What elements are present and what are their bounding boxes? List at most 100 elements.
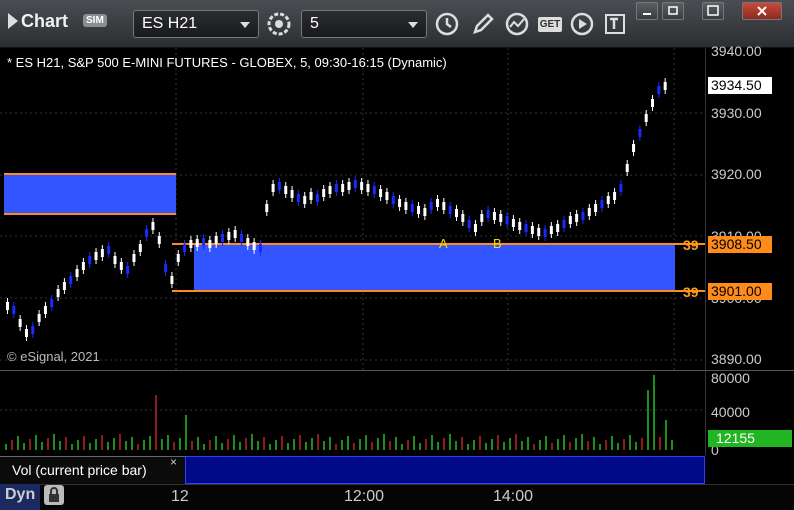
candle-body	[214, 236, 218, 244]
candle-body	[107, 246, 111, 254]
candle-body	[119, 262, 123, 270]
restore-icon[interactable]	[662, 2, 684, 20]
candle-body	[391, 196, 395, 204]
candle-body	[258, 244, 262, 252]
volume-close-icon[interactable]: ×	[170, 455, 177, 469]
candle-body	[56, 289, 60, 297]
candle-body	[619, 184, 623, 192]
candle-body	[347, 182, 351, 190]
candle-body	[170, 276, 174, 284]
demand-zone	[194, 244, 675, 291]
candle-body	[524, 224, 528, 232]
settings-gear-icon[interactable]	[264, 10, 294, 38]
dynamic-mode-label[interactable]: Dyn	[5, 486, 35, 504]
candle-body	[518, 222, 522, 230]
candle-body	[651, 99, 655, 107]
app-title: Chart	[8, 11, 68, 32]
candle-body	[429, 202, 433, 210]
maximize-icon[interactable]	[702, 2, 724, 20]
candle-body	[379, 189, 383, 197]
candle-body	[37, 314, 41, 322]
zone-upper-price-box: 3908.50	[708, 236, 772, 253]
candle-body	[252, 242, 256, 250]
candle-body	[543, 229, 547, 237]
candle-body	[18, 319, 22, 327]
candle-body	[195, 239, 199, 247]
annotation-b: B	[493, 236, 502, 251]
candle-body	[284, 186, 288, 194]
candle-body	[233, 230, 237, 238]
candle-body	[164, 264, 168, 272]
candle-body	[50, 299, 54, 307]
candle-body	[239, 234, 243, 242]
candle-body	[277, 182, 281, 190]
candle-body	[62, 282, 66, 290]
price-tick: 3920.00	[711, 166, 762, 182]
candle-body	[296, 194, 300, 202]
text-tool-icon[interactable]	[600, 10, 630, 38]
supply-zone	[4, 174, 176, 214]
get-icon-label: GET	[537, 16, 563, 32]
candle-body	[663, 82, 667, 90]
symbol-dropdown[interactable]: ES H21	[133, 10, 259, 38]
candle-body	[417, 206, 421, 214]
candle-body	[594, 204, 598, 212]
current-volume-box: 12155	[708, 430, 792, 447]
candle-body	[581, 212, 585, 220]
zone-upper-label: 39	[683, 237, 699, 253]
candle-body	[657, 86, 661, 94]
volume-tick: 80000	[711, 370, 750, 386]
toolbar: Chart SIM ES H21 5 GET	[0, 0, 794, 48]
volume-tick: 40000	[711, 404, 750, 420]
price-axis[interactable]	[705, 48, 794, 370]
candle-body	[12, 306, 16, 314]
candle-body	[632, 144, 636, 152]
chart-title: * ES H21, S&P 500 E-MINI FUTURES - GLOBE…	[7, 55, 447, 70]
time-label: 12	[171, 488, 189, 505]
candle-body	[448, 206, 452, 214]
price-tick: 3890.00	[711, 351, 762, 367]
volume-chart	[0, 375, 705, 450]
candle-body	[227, 232, 231, 240]
dropdown-arrow-icon	[408, 22, 418, 28]
candle-body	[461, 214, 465, 222]
interval-value: 5	[310, 15, 319, 32]
candle-body	[31, 326, 35, 334]
candle-body	[638, 129, 642, 137]
interval-dropdown[interactable]: 5	[301, 10, 427, 38]
candle-body	[442, 202, 446, 210]
candle-body	[644, 114, 648, 122]
candle-body	[568, 216, 572, 224]
copyright-label: © eSignal, 2021	[7, 349, 100, 364]
candle-body	[410, 204, 414, 212]
minimize-icon[interactable]	[636, 2, 658, 20]
candle-body	[385, 192, 389, 200]
lock-icon[interactable]	[44, 485, 64, 505]
clock-icon[interactable]	[432, 10, 462, 38]
app-title-label: Chart	[21, 11, 69, 31]
candle-body	[341, 184, 345, 192]
candle-body	[492, 212, 496, 220]
candle-body	[480, 214, 484, 222]
candle-body	[176, 254, 180, 262]
candle-body	[132, 254, 136, 262]
current-price-box: 3934.50	[708, 77, 772, 94]
candle-body	[353, 180, 357, 188]
close-icon[interactable]	[742, 2, 782, 20]
candle-body	[423, 208, 427, 216]
pencil-icon[interactable]	[468, 10, 498, 38]
candle-body	[530, 226, 534, 234]
study-icon[interactable]	[502, 10, 532, 38]
dropdown-arrow-icon	[240, 22, 250, 28]
candle-body	[75, 269, 79, 277]
candle-body	[499, 214, 503, 222]
candle-body	[625, 164, 629, 172]
time-label: 12:00	[344, 488, 385, 505]
zone-lower-price-box: 3901.00	[708, 283, 772, 300]
candle-body	[398, 199, 402, 207]
time-axis[interactable]	[0, 484, 794, 510]
candle-body	[600, 200, 604, 208]
get-icon[interactable]: GET	[535, 10, 565, 38]
candle-body	[575, 214, 579, 222]
play-icon[interactable]	[567, 10, 597, 38]
